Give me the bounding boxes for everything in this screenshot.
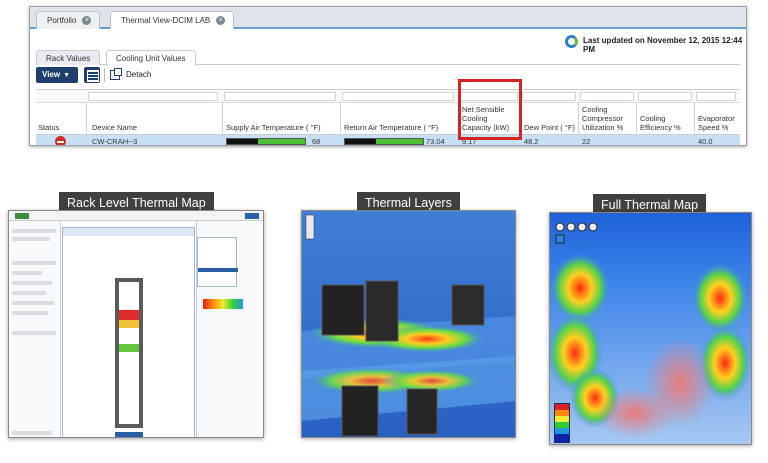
sidebar-line — [12, 331, 56, 335]
thumb-context-menu — [197, 237, 238, 287]
filter-return-air[interactable] — [342, 92, 454, 101]
detach-icon[interactable] — [110, 68, 122, 80]
cell-compressor: 22 — [582, 137, 591, 146]
thumb-main-toolbar — [63, 228, 194, 236]
return-air-bar — [344, 138, 424, 145]
filter-efficiency[interactable] — [638, 92, 692, 101]
rack-button — [115, 432, 143, 437]
tab-thermal-view-label: Thermal View-DCIM LAB — [121, 16, 211, 25]
sidebar-line — [12, 281, 52, 285]
rack-level-thumbnail[interactable] — [8, 210, 264, 438]
column-header-device-name[interactable]: Device Name — [92, 123, 137, 132]
close-icon[interactable]: × — [216, 16, 226, 26]
sidebar-line — [12, 431, 52, 435]
screenshot-canvas: Portfolio × Thermal View-DCIM LAB × Last u… — [0, 0, 768, 463]
sidebar-line — [12, 261, 56, 265]
view-button-label: View — [42, 70, 61, 79]
filter-evaporator[interactable] — [696, 92, 736, 101]
thumb-color-legend — [203, 299, 243, 309]
filter-device-name[interactable] — [88, 92, 218, 101]
thermal-layers-thumbnail[interactable] — [301, 210, 516, 438]
rack-slot-warm — [119, 320, 139, 328]
table-row[interactable]: CW-CRAH--3 68 73.04 9.17 48.2 22 40.0 — [36, 135, 740, 146]
cell-device-name: CW-CRAH--3 — [92, 137, 138, 146]
column-divider — [222, 103, 223, 135]
full-map-image — [550, 213, 751, 444]
thumb-header — [9, 211, 263, 221]
column-divider — [636, 103, 637, 135]
cell-return-air: 73.04 — [426, 137, 445, 146]
toolbar-divider — [104, 68, 105, 82]
sidebar-line — [12, 311, 48, 315]
column-divider — [578, 103, 579, 135]
thumb-main-pane — [62, 227, 195, 437]
rack-slot-cool — [119, 344, 139, 352]
supply-air-bar — [226, 138, 306, 145]
rack-slot-hot — [119, 310, 139, 320]
chevron-down-icon: ▼ — [63, 72, 71, 79]
last-updated-label: Last updated on — [583, 36, 645, 45]
column-divider — [86, 103, 87, 135]
status-critical-icon — [55, 136, 66, 145]
close-icon[interactable]: × — [82, 16, 92, 26]
column-header-evaporator[interactable]: Evaporator Speed % — [698, 114, 740, 132]
column-divider — [340, 103, 341, 135]
grid-settings-button[interactable] — [84, 67, 100, 83]
detach-button[interactable]: Detach — [126, 70, 151, 79]
tab-thermal-view[interactable]: Thermal View-DCIM LAB × — [110, 11, 235, 29]
thumb-sidebar — [9, 221, 61, 437]
column-header-efficiency[interactable]: Cooling Efficiency % — [640, 114, 694, 132]
column-header-status[interactable]: Status — [38, 123, 59, 132]
sidebar-line — [12, 271, 42, 275]
logo — [15, 213, 29, 219]
thumb-header-button — [245, 213, 259, 219]
document-tab-bar: Portfolio × Thermal View-DCIM LAB × — [30, 7, 746, 29]
thermal-view-window: Portfolio × Thermal View-DCIM LAB × Last u… — [29, 6, 747, 146]
sidebar-line — [12, 301, 54, 305]
column-header-return-air[interactable]: Return Air Temperature ( °F) — [344, 123, 438, 132]
column-header-compressor[interactable]: Cooling Compressor Utilization % — [582, 105, 636, 132]
view-button[interactable]: View ▼ — [36, 67, 78, 83]
sidebar-line — [12, 229, 56, 233]
sidebar-line — [12, 291, 46, 295]
menu-selected-item — [198, 268, 238, 272]
tab-portfolio-label: Portfolio — [47, 16, 77, 25]
rack-graphic — [115, 278, 143, 428]
cooling-unit-table: Status Device Name Supply Air Temperatur… — [36, 89, 740, 146]
cell-dew-point: 48.2 — [524, 137, 539, 146]
highlight-net-capacity — [458, 79, 522, 140]
column-divider — [694, 103, 695, 135]
filter-compressor[interactable] — [580, 92, 634, 101]
filter-row — [36, 90, 740, 103]
sidebar-line — [12, 237, 50, 241]
column-header-supply-air[interactable]: Supply Air Temperature ( °F) — [226, 123, 321, 132]
cell-supply-air: 68 — [312, 137, 321, 146]
rack-interior — [119, 282, 139, 424]
filter-dew-point[interactable] — [522, 92, 576, 101]
cell-evaporator: 40.0 — [698, 137, 713, 146]
tab-rack-values[interactable]: Rack Values — [36, 50, 101, 65]
subtab-bar: Rack Values Cooling Unit Values — [36, 47, 740, 66]
tab-cooling-unit-values[interactable]: Cooling Unit Values — [106, 50, 196, 66]
column-header-dew-point[interactable]: Dew Point ( °F) — [524, 123, 575, 132]
filter-supply-air[interactable] — [224, 92, 336, 101]
thermal-layers-image — [302, 211, 515, 437]
tab-portfolio[interactable]: Portfolio × — [36, 11, 101, 29]
thumb-right-panel — [196, 221, 263, 437]
table-header: Status Device Name Supply Air Temperatur… — [36, 103, 740, 135]
full-map-thumbnail[interactable] — [549, 212, 752, 445]
